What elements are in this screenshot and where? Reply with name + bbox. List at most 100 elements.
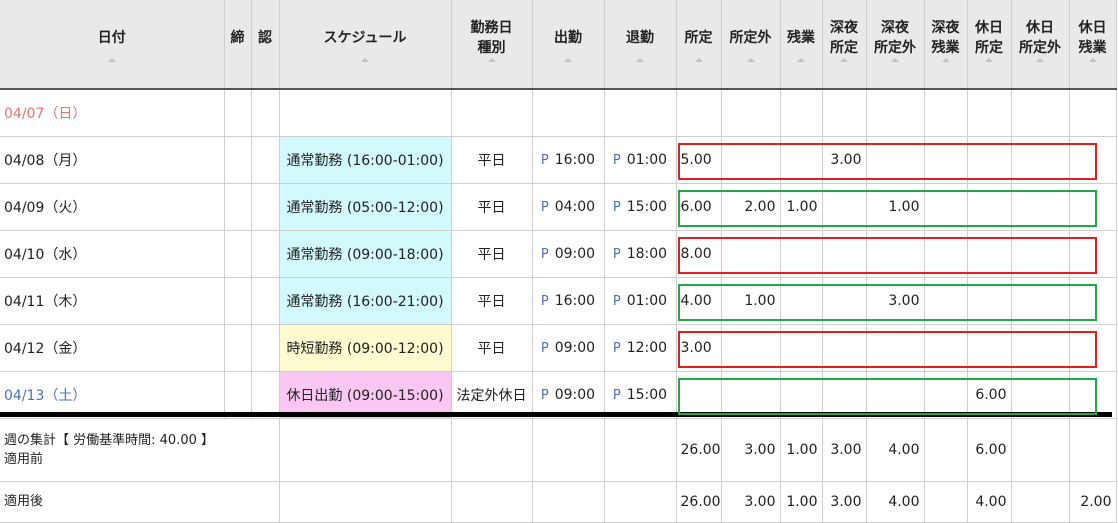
date-cell[interactable]: 04/08（月） (0, 136, 225, 184)
hours-cell-kyujitsu_shoteigai (1011, 324, 1070, 372)
column-header-label: 休日 所定 (975, 19, 1003, 56)
clock-in-time: 16:00 (554, 293, 596, 309)
column-header-approve[interactable]: 認 (251, 0, 280, 90)
column-header-label: 所定 (684, 29, 713, 46)
summary-before-shoteigai: 3.00 (721, 418, 781, 482)
clock-in-time: 09:00 (554, 387, 596, 403)
schedule-cell[interactable]: 通常勤務 (05:00-12:00) (279, 183, 452, 231)
punch-marker: P (612, 247, 621, 262)
column-header-date[interactable]: 日付 (0, 0, 225, 90)
column-header-zangyo[interactable]: 残業 (780, 0, 823, 90)
hours-cell-kyujitsu_shoteigai (1011, 136, 1070, 184)
summary-after-shinya_zangyo (924, 481, 968, 523)
clock-out-cell[interactable]: P 01:00 (604, 136, 677, 184)
hours-cell-shinya_shoteigai: 1.00 (866, 183, 925, 231)
week-separator-line (0, 412, 1112, 417)
sort-arrow-icon[interactable] (746, 58, 755, 62)
hours-cell-shotei: 6.00 (676, 183, 722, 231)
schedule-cell[interactable]: 時短勤務 (09:00-12:00) (279, 324, 452, 372)
column-header-in[interactable]: 出勤 (532, 0, 605, 90)
hours-cell-zangyo (780, 136, 823, 184)
summary-after-zangyo: 1.00 (780, 481, 823, 523)
hours-cell-kyujitsu_shotei (967, 324, 1012, 372)
hours-cell-shinya_zangyo (924, 277, 968, 325)
hours-cell-kyujitsu_shoteigai (1011, 89, 1070, 137)
hours-cell-kyujitsu_shoteigai (1011, 183, 1070, 231)
column-header-label: スケジュール (323, 29, 407, 46)
clock-out-cell[interactable]: P 12:00 (604, 324, 677, 372)
column-header-kyujitsu_shotei[interactable]: 休日 所定 (967, 0, 1012, 90)
clock-in-cell[interactable]: P 16:00 (532, 136, 605, 184)
day-type-cell (451, 89, 533, 137)
date-cell[interactable]: 04/11（木） (0, 277, 225, 325)
summary-empty-cell (532, 481, 605, 523)
sort-arrow-icon[interactable] (941, 58, 950, 62)
sort-arrow-icon[interactable] (694, 58, 703, 62)
clock-out-cell[interactable]: P 18:00 (604, 230, 677, 278)
date-cell[interactable]: 04/09（火） (0, 183, 225, 231)
table-header-row: 日付 締認 スケジュール 勤務日 種別 出勤 退勤 所定 所定外 残業 深夜 所定 深夜 所定外 深夜… (0, 0, 1117, 90)
sort-arrow-icon[interactable] (636, 58, 644, 62)
punch-marker: P (540, 153, 549, 168)
column-header-close[interactable]: 締 (224, 0, 252, 90)
schedule-cell[interactable] (279, 89, 452, 137)
punch-marker: P (540, 388, 549, 403)
summary-row-after: 適用後 26.00 3.00 1.00 3.00 4.00 4.00 2.00 (0, 481, 1117, 523)
clock-in-time: 09:00 (554, 340, 596, 356)
schedule-cell[interactable]: 通常勤務 (16:00-21:00) (279, 277, 452, 325)
table-row: 04/12（金） 時短勤務 (09:00-12:00) 平日 P 09:00 P 12:00… (0, 324, 1117, 372)
sort-arrow-icon[interactable] (840, 58, 848, 62)
clock-in-cell[interactable] (532, 89, 605, 137)
hours-cell-kyujitsu_shotei (967, 183, 1012, 231)
clock-in-cell[interactable]: P 09:00 (532, 324, 605, 372)
sort-arrow-icon[interactable] (797, 58, 805, 62)
clock-out-cell[interactable]: P 01:00 (604, 277, 677, 325)
column-header-shinya_zangyo[interactable]: 深夜 残業 (924, 0, 968, 90)
date-cell[interactable]: 04/12（金） (0, 324, 225, 372)
clock-in-cell[interactable]: P 04:00 (532, 183, 605, 231)
hours-cell-shinya_zangyo (924, 136, 968, 184)
summary-after-shinya_shoteigai: 4.00 (866, 481, 925, 523)
clock-out-cell[interactable]: P 15:00 (604, 183, 677, 231)
sort-arrow-icon[interactable] (985, 58, 993, 62)
column-header-daytype[interactable]: 勤務日 種別 (451, 0, 533, 90)
column-header-shinya_shoteigai[interactable]: 深夜 所定外 (866, 0, 925, 90)
column-header-shoteigai[interactable]: 所定外 (721, 0, 781, 90)
hours-cell-shotei: 4.00 (676, 277, 722, 325)
sort-arrow-icon[interactable] (107, 58, 116, 62)
summary-empty-cell (604, 481, 677, 523)
day-type-cell: 平日 (451, 324, 533, 372)
date-cell[interactable]: 04/07（日） (0, 89, 225, 137)
schedule-cell[interactable]: 通常勤務 (09:00-18:00) (279, 230, 452, 278)
date-cell[interactable]: 04/10（水） (0, 230, 225, 278)
column-header-label: 認 (258, 29, 272, 46)
approval-status-cell (251, 89, 280, 137)
column-header-out[interactable]: 退勤 (604, 0, 677, 90)
hours-cell-zangyo: 1.00 (780, 183, 823, 231)
clock-out-time: 01:00 (626, 293, 668, 309)
column-header-shotei[interactable]: 所定 (676, 0, 722, 90)
sort-arrow-icon[interactable] (1036, 58, 1044, 62)
sort-arrow-icon[interactable] (361, 58, 369, 62)
sort-arrow-icon[interactable] (487, 58, 496, 62)
approval-status-cell (251, 136, 280, 184)
column-header-kyujitsu_shoteigai[interactable]: 休日 所定外 (1011, 0, 1070, 90)
hours-cell-shinya_shoteigai (866, 136, 925, 184)
clock-in-cell[interactable]: P 16:00 (532, 277, 605, 325)
hours-cell-shoteigai (721, 136, 781, 184)
approval-status-cell (251, 230, 280, 278)
schedule-cell[interactable]: 通常勤務 (16:00-01:00) (279, 136, 452, 184)
sort-arrow-icon[interactable] (891, 58, 899, 62)
punch-marker: P (540, 341, 549, 356)
sort-arrow-icon[interactable] (564, 58, 572, 62)
hours-cell-shoteigai: 2.00 (721, 183, 781, 231)
sort-arrow-icon[interactable] (1088, 58, 1097, 62)
clock-out-cell[interactable] (604, 89, 677, 137)
clock-in-cell[interactable]: P 09:00 (532, 230, 605, 278)
column-header-shinya_shotei[interactable]: 深夜 所定 (822, 0, 867, 90)
column-header-schedule[interactable]: スケジュール (279, 0, 452, 90)
summary-after-shinya_shotei: 3.00 (822, 481, 867, 523)
summary-before-shinya_shotei: 3.00 (822, 418, 867, 482)
summary-row-before: 週の集計【 労働基準時間: 40.00 】適用前 26.00 3.00 1.00 3.0… (0, 418, 1117, 482)
column-header-kyujitsu_zangyo[interactable]: 休日 残業 (1069, 0, 1117, 90)
